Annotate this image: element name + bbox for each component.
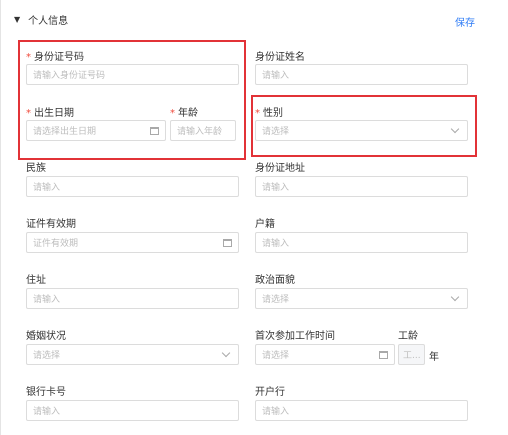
political-status-label: 政治面貌 <box>255 275 295 286</box>
id-name-label: 身份证姓名 <box>255 52 305 63</box>
id-validity-picker[interactable]: 证件有效期 <box>26 232 239 253</box>
birth-date-picker[interactable]: 请选择出生日期 <box>26 120 166 141</box>
id-number-label: * 身份证号码 <box>26 52 84 63</box>
political-status-select[interactable]: 请选择 <box>255 288 468 309</box>
marital-status-select[interactable]: 请选择 <box>26 344 239 365</box>
calendar-icon <box>379 350 388 359</box>
id-name-input[interactable]: 请输入 <box>255 64 468 85</box>
section-header[interactable]: ▼ 个人信息 <box>14 12 68 27</box>
household-input[interactable]: 请输入 <box>255 232 468 253</box>
work-years-label: 工龄 <box>398 331 418 342</box>
id-address-input[interactable]: 请输入 <box>255 176 468 197</box>
caret-down-icon[interactable]: ▼ <box>14 15 20 24</box>
calendar-icon <box>150 126 159 135</box>
birth-date-label: * 出生日期 <box>26 108 74 119</box>
first-work-date-label: 首次参加工作时间 <box>255 331 335 342</box>
household-label: 户籍 <box>255 219 275 230</box>
gender-select[interactable]: 请选择 <box>255 120 468 141</box>
page-edge-line <box>0 0 1 435</box>
id-number-input[interactable]: 请输入身份证号码 <box>26 64 239 85</box>
work-years-unit: 年 <box>429 352 439 363</box>
bank-card-input[interactable]: 请输入 <box>26 400 239 421</box>
ethnicity-input[interactable]: 请输入 <box>26 176 239 197</box>
bank-card-label: 银行卡号 <box>26 387 66 398</box>
chevron-down-icon <box>450 292 460 302</box>
first-work-date-picker[interactable]: 请选择 <box>255 344 395 365</box>
work-years-input[interactable]: 工... <box>398 344 425 365</box>
id-address-label: 身份证地址 <box>255 163 305 174</box>
residence-label: 住址 <box>26 275 46 286</box>
id-validity-label: 证件有效期 <box>26 219 76 230</box>
ethnicity-label: 民族 <box>26 163 46 174</box>
marital-status-label: 婚姻状况 <box>26 331 66 342</box>
save-button[interactable]: 保存 <box>455 14 475 29</box>
chevron-down-icon <box>221 348 231 358</box>
age-label: * 年龄 <box>170 108 198 119</box>
bank-input[interactable]: 请输入 <box>255 400 468 421</box>
calendar-icon <box>223 238 232 247</box>
residence-input[interactable]: 请输入 <box>26 288 239 309</box>
gender-label: * 性别 <box>255 108 283 119</box>
bank-label: 开户行 <box>255 387 285 398</box>
age-input[interactable]: 请输入年龄 <box>170 120 236 141</box>
section-title: 个人信息 <box>28 16 69 27</box>
chevron-down-icon <box>450 124 460 134</box>
